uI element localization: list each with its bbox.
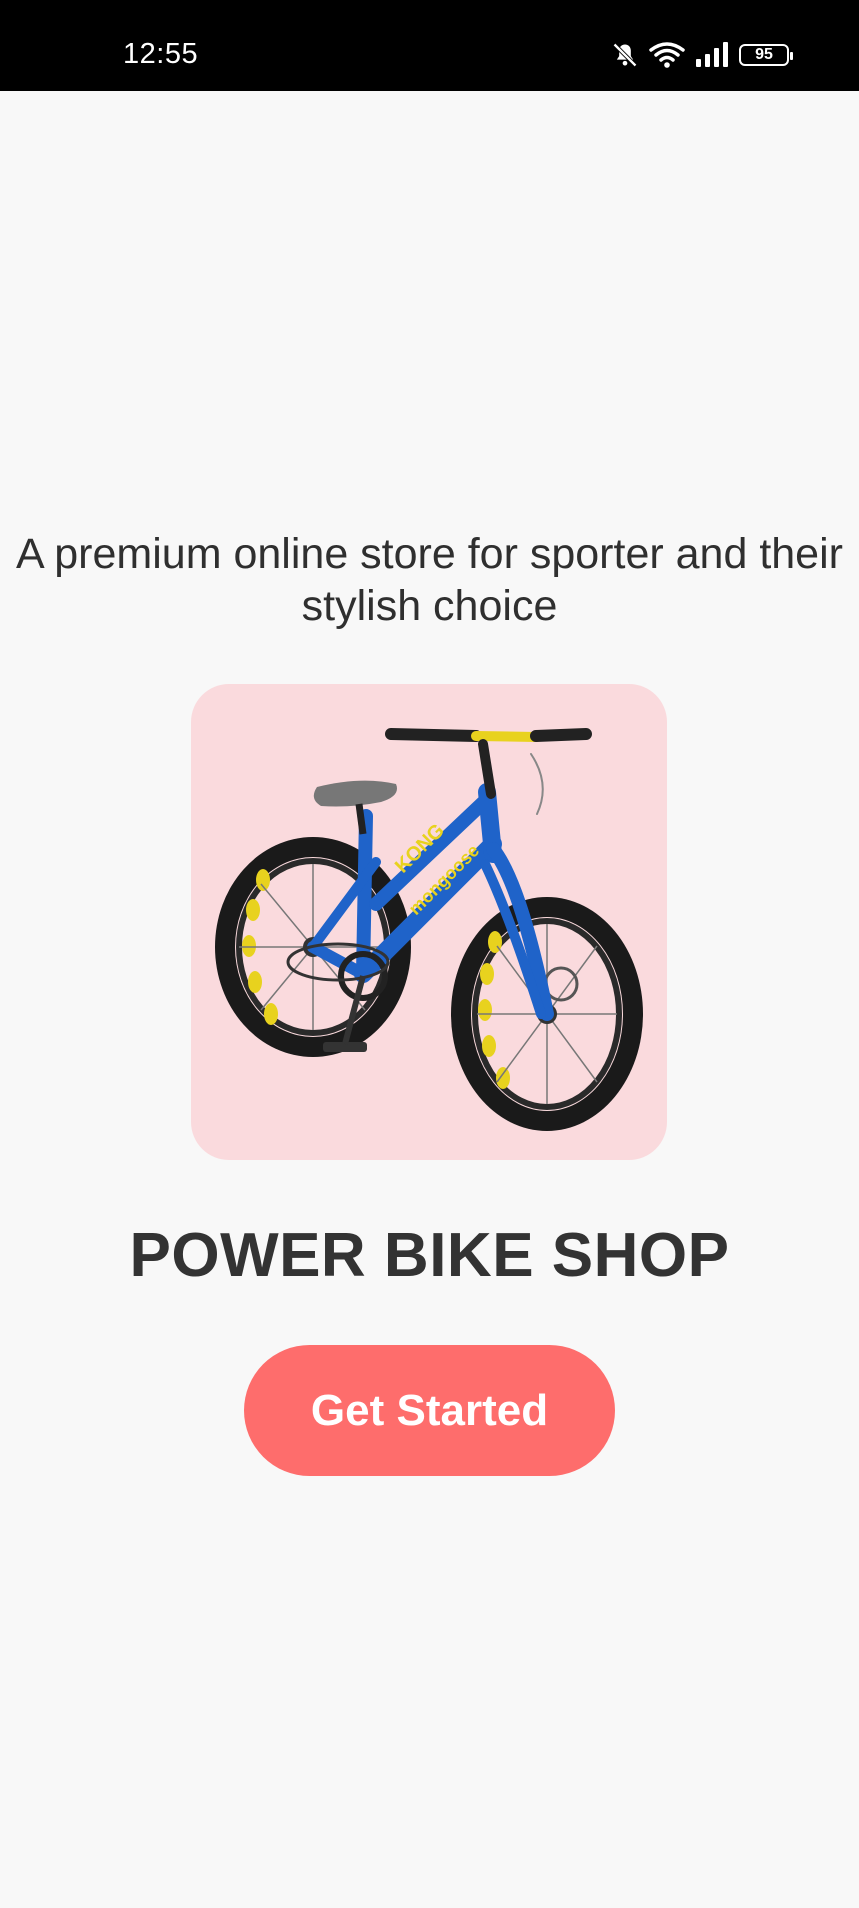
- bike-illustration: KONG mongoose: [215, 728, 643, 1131]
- hero-image-card: KONG mongoose: [191, 684, 667, 1160]
- battery-level: 95: [755, 46, 773, 63]
- tagline: A premium online store for sporter and t…: [16, 530, 843, 630]
- status-time: 12:55: [123, 38, 199, 70]
- seat: [313, 780, 397, 835]
- battery-icon: 95: [739, 44, 793, 66]
- wifi-icon: [649, 42, 685, 68]
- status-bar: 12:55 95: [0, 0, 859, 91]
- shop-title: POWER BIKE SHOP: [129, 1221, 730, 1290]
- signal-icon: [696, 42, 728, 67]
- status-icons: 95: [611, 40, 793, 70]
- get-started-button[interactable]: Get Started: [244, 1345, 615, 1476]
- bell-muted-icon: [613, 43, 637, 67]
